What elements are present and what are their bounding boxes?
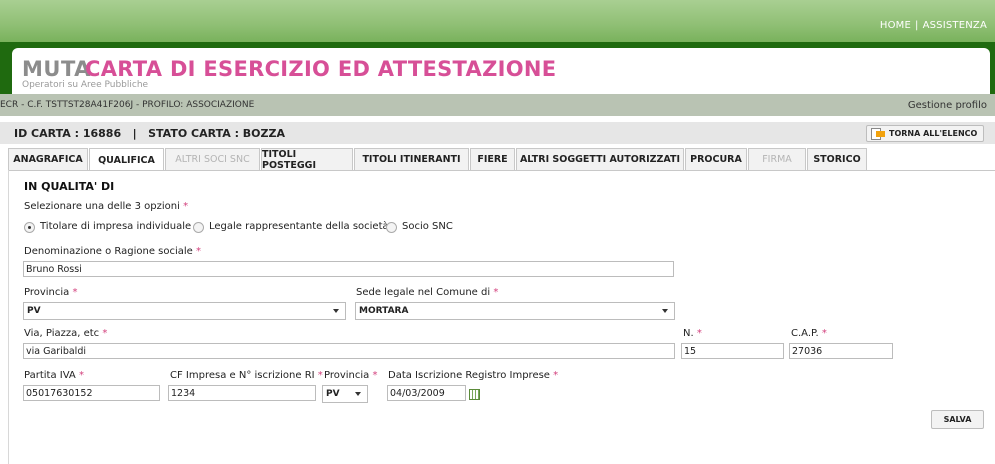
- data-iscrizione-input[interactable]: 04/03/2009: [387, 385, 466, 401]
- numero-input[interactable]: 15: [681, 343, 784, 359]
- tab-altri-soggetti-autorizzati[interactable]: ALTRI SOGGETTI AUTORIZZATI: [516, 148, 684, 170]
- cap-label: C.A.P. *: [791, 328, 827, 339]
- provincia-value: PV: [27, 306, 41, 316]
- tab-firma: FIRMA: [748, 148, 806, 170]
- user-info: ECR - C.F. TSTTST28A41F206J - PROFILO: A…: [0, 100, 255, 110]
- chevron-down-icon: [327, 303, 345, 319]
- cf-impresa-input[interactable]: 1234: [168, 385, 316, 401]
- card-status-text: ID CARTA : 16886 | STATO CARTA : BOZZA: [14, 127, 285, 140]
- sede-legale-value: MORTARA: [359, 306, 409, 316]
- sede-legale-label: Sede legale nel Comune di *: [356, 287, 499, 298]
- nav-separator: |: [914, 20, 919, 31]
- via-label: Via, Piazza, etc *: [24, 328, 108, 339]
- app-title: CARTA DI ESERCIZIO ED ATTESTAZIONE: [85, 57, 557, 81]
- cf-impresa-label: CF Impresa e N° iscrizione RI *: [170, 370, 323, 381]
- brand-logo: MUTA: [22, 57, 91, 81]
- home-link[interactable]: HOME: [880, 20, 911, 31]
- data-iscrizione-label: Data Iscrizione Registro Imprese *: [388, 370, 559, 381]
- cap-input[interactable]: 27036: [789, 343, 893, 359]
- partita-iva-label: Partita IVA *: [24, 370, 84, 381]
- section-title: IN QUALITA' DI: [24, 180, 115, 193]
- numero-label: N. *: [683, 328, 702, 339]
- back-to-list-label: TORNA ALL'ELENCO: [889, 129, 978, 138]
- info-bar: ECR - C.F. TSTTST28A41F206J - PROFILO: A…: [0, 94, 995, 116]
- radio-socio-snc-label: Socio SNC: [402, 221, 453, 232]
- top-nav: HOME | ASSISTENZA: [880, 20, 987, 31]
- back-to-list-button[interactable]: TORNA ALL'ELENCO: [866, 125, 984, 142]
- partita-iva-input[interactable]: 05017630152: [23, 385, 160, 401]
- tab-titoli-itineranti[interactable]: TITOLI ITINERANTI: [354, 148, 469, 170]
- radio-legale-rappresentante[interactable]: [193, 222, 204, 233]
- save-button[interactable]: SALVA: [931, 410, 984, 429]
- profile-link[interactable]: Gestione profilo: [908, 100, 987, 111]
- provincia-select[interactable]: PV: [23, 302, 346, 320]
- provincia-ri-label: Provincia *: [324, 370, 378, 381]
- tab-storico[interactable]: STORICO: [807, 148, 867, 170]
- provincia-label: Provincia *: [24, 287, 78, 298]
- calendar-icon[interactable]: [469, 389, 480, 400]
- assistance-link[interactable]: ASSISTENZA: [923, 20, 987, 31]
- radio-titolare-label: Titolare di impresa individuale: [40, 221, 192, 232]
- provincia-ri-select[interactable]: PV: [322, 385, 368, 403]
- sede-legale-select[interactable]: MORTARA: [355, 302, 675, 320]
- denominazione-label: Denominazione o Ragione sociale *: [24, 246, 202, 257]
- tab-procura[interactable]: PROCURA: [685, 148, 747, 170]
- tabs-divider: [8, 170, 995, 171]
- denominazione-input[interactable]: Bruno Rossi: [23, 261, 674, 277]
- content-left-border: [8, 170, 9, 464]
- card-status-bar: ID CARTA : 16886 | STATO CARTA : BOZZA: [0, 122, 995, 144]
- radio-socio-snc[interactable]: [386, 222, 397, 233]
- via-input[interactable]: via Garibaldi: [23, 343, 675, 359]
- chevron-down-icon: [349, 386, 367, 402]
- tab-qualifica[interactable]: QUALIFICA: [89, 148, 164, 171]
- tab-titoli-posteggi[interactable]: TITOLI POSTEGGI: [261, 148, 353, 171]
- chevron-down-icon: [656, 303, 674, 319]
- top-bar: [0, 0, 995, 42]
- provincia-ri-value: PV: [326, 389, 340, 399]
- tab-bar: ANAGRAFICA QUALIFICA ALTRI SOCI SNC TITO…: [8, 148, 868, 171]
- tab-altri-soci-snc: ALTRI SOCI SNC: [165, 148, 260, 170]
- list-back-icon: [871, 127, 885, 140]
- tab-anagrafica[interactable]: ANAGRAFICA: [8, 148, 88, 170]
- radio-legale-rappresentante-label: Legale rappresentante della società: [209, 221, 389, 232]
- radio-titolare[interactable]: [24, 222, 35, 233]
- options-label: Selezionare una delle 3 opzioni *: [24, 201, 189, 212]
- tab-fiere[interactable]: FIERE: [470, 148, 515, 170]
- app-subtitle: Operatori su Aree Pubbliche: [22, 80, 149, 90]
